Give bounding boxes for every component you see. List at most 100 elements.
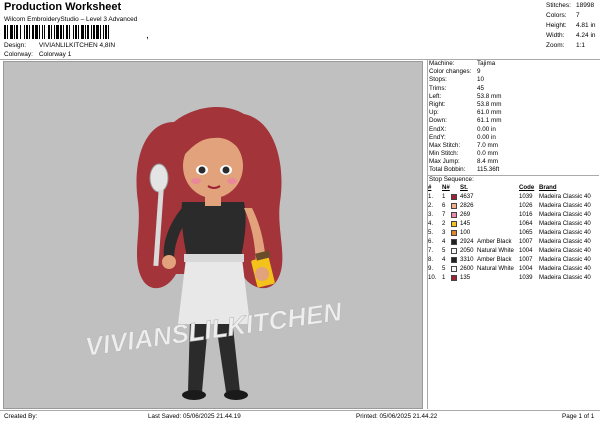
needle-number: 7 — [442, 211, 446, 219]
thread-brand: Madeira Classic 40 — [539, 247, 591, 255]
colorway-label: Colorway: — [4, 51, 33, 58]
thread-color-swatch — [451, 229, 457, 236]
machine-info-label: Max Stitch: — [429, 141, 461, 149]
thread-swatch-cell — [451, 264, 460, 273]
stop-index: 4. — [428, 220, 434, 228]
hand-right — [255, 267, 269, 281]
thread-swatch-cell — [451, 237, 460, 246]
pupil-right — [222, 166, 230, 174]
stop-sequence-title: Stop Sequence: — [428, 174, 599, 184]
stat-row: Height: 4.81 in — [546, 22, 600, 32]
col-swatch — [451, 183, 460, 192]
thread-code: 1016 — [519, 211, 533, 219]
thread-name — [477, 210, 519, 219]
thread-name — [477, 219, 519, 228]
machine-info-row: Color changes: 9 — [428, 68, 599, 76]
col-index: # — [428, 184, 432, 192]
stop-sequence-header: # N# St. Code Brand — [428, 183, 599, 192]
thread-name: Amber Black — [477, 238, 512, 246]
thread-name — [477, 192, 519, 201]
machine-info-label: EndY: — [429, 133, 446, 141]
created-by: Created By: — [4, 413, 38, 420]
machine-info-row: Left: 53.8 mm — [428, 93, 599, 101]
machine-info-value: 10 — [477, 76, 485, 84]
stat-value: 7 — [576, 12, 580, 19]
stop-sequence-row: 6. 4 2924 Amber Black 1007 Madeira Classic 40 — [428, 237, 599, 246]
pupil-left — [198, 166, 206, 174]
machine-info-value: 9 — [477, 68, 481, 76]
thread-code: 1007 — [519, 256, 533, 264]
stitch-count: 100 — [460, 229, 471, 237]
printed-date: Printed: 05/06/2025 21.44.22 — [356, 413, 438, 420]
thread-swatch-cell — [451, 201, 460, 210]
thread-name: Natural White — [477, 247, 514, 255]
hand-left — [162, 255, 176, 269]
design-label: Design: — [4, 42, 27, 49]
stitch-count: 4637 — [460, 193, 474, 201]
cheek-right — [227, 178, 237, 184]
machine-info-label: Color changes: — [429, 68, 472, 76]
stop-index: 1. — [428, 193, 434, 201]
barcode-tail: , — [146, 30, 149, 41]
thread-swatch-cell — [451, 210, 460, 219]
machine-info-value: 8.4 mm — [477, 158, 498, 166]
machine-info-value: 0.00 in — [477, 125, 496, 133]
stat-row: Stitches: 18998 — [546, 2, 600, 12]
last-saved: Last Saved: 05/06/2025 21.44.19 — [148, 413, 241, 420]
spoon-head — [149, 163, 169, 193]
machine-info-label: Min Stitch: — [429, 150, 459, 158]
machine-info-label: Stops: — [429, 76, 447, 84]
machine-info-label: Right: — [429, 100, 446, 108]
stop-index: 10. — [428, 274, 437, 282]
thread-color-swatch — [451, 274, 457, 281]
machine-info-value: 115.36ft — [477, 166, 500, 174]
machine-info-row: Total Bobbin: 115.36ft — [428, 166, 599, 174]
machine-info-value: 7.0 mm — [477, 141, 498, 149]
shoe-right — [224, 390, 248, 400]
machine-info-label: EndX: — [429, 125, 447, 133]
needle-number: 1 — [442, 193, 446, 201]
machine-info-label: Trims: — [429, 84, 447, 92]
machine-info-row: Machine: Tajima — [428, 60, 599, 68]
thread-swatch-cell — [451, 246, 460, 255]
thread-code: 1026 — [519, 202, 533, 210]
machine-info-row: Right: 53.8 mm — [428, 101, 599, 109]
stat-value: 18998 — [576, 2, 595, 9]
stat-row: Zoom: 1:1 — [546, 42, 600, 52]
machine-info-label: Down: — [429, 117, 447, 125]
col-name — [477, 183, 519, 192]
thread-swatch-cell — [451, 228, 460, 237]
stat-label: Stitches: — [546, 2, 571, 9]
stop-sequence-row: 3. 7 269 1016 Madeira Classic 40 — [428, 210, 599, 219]
barcode — [4, 25, 144, 39]
needle-number: 4 — [442, 238, 446, 246]
machine-info-row: EndY: 0.00 in — [428, 134, 599, 142]
stop-index: 7. — [428, 247, 434, 255]
colorway-value: Colorway 1 — [38, 51, 72, 58]
machine-info-value: 53.8 mm — [477, 92, 502, 100]
thread-swatch-cell — [451, 219, 460, 228]
stitch-count: 2600 — [460, 265, 474, 273]
thread-name: Natural White — [477, 265, 514, 273]
worksheet-header: Production Worksheet Wilcom EmbroiderySt… — [0, 0, 600, 58]
thread-color-swatch — [451, 247, 457, 254]
stop-sequence-table: # N# St. Code Brand 1. 1 4637 1039 Madeira C… — [428, 183, 599, 282]
machine-rows: Machine: Tajima Color changes: 9 Stops: 10 Tri… — [428, 60, 599, 175]
thread-brand: Madeira Classic 40 — [539, 211, 591, 219]
col-stitches: St. — [460, 184, 468, 192]
thread-swatch-cell — [451, 273, 460, 282]
barcode-bar — [109, 25, 112, 39]
stat-row: Width: 4.24 in — [546, 32, 600, 42]
page-number: Page 1 of 1 — [562, 413, 595, 420]
machine-info-row: Max Stitch: 7.0 mm — [428, 142, 599, 150]
needle-number: 4 — [442, 256, 446, 264]
design-preview-canvas[interactable]: VIVIANSLILKITCHEN — [3, 61, 423, 409]
thread-name — [477, 228, 519, 237]
stitch-count: 2826 — [460, 202, 474, 210]
stop-sequence-row: 1. 1 4637 1039 Madeira Classic 40 — [428, 192, 599, 201]
stat-value: 1:1 — [576, 42, 586, 49]
thread-code: 1004 — [519, 265, 533, 273]
colorway-row: Colorway: Colorway 1 — [4, 51, 71, 58]
stop-index: 2. — [428, 202, 434, 210]
stitch-count: 2924 — [460, 238, 474, 246]
